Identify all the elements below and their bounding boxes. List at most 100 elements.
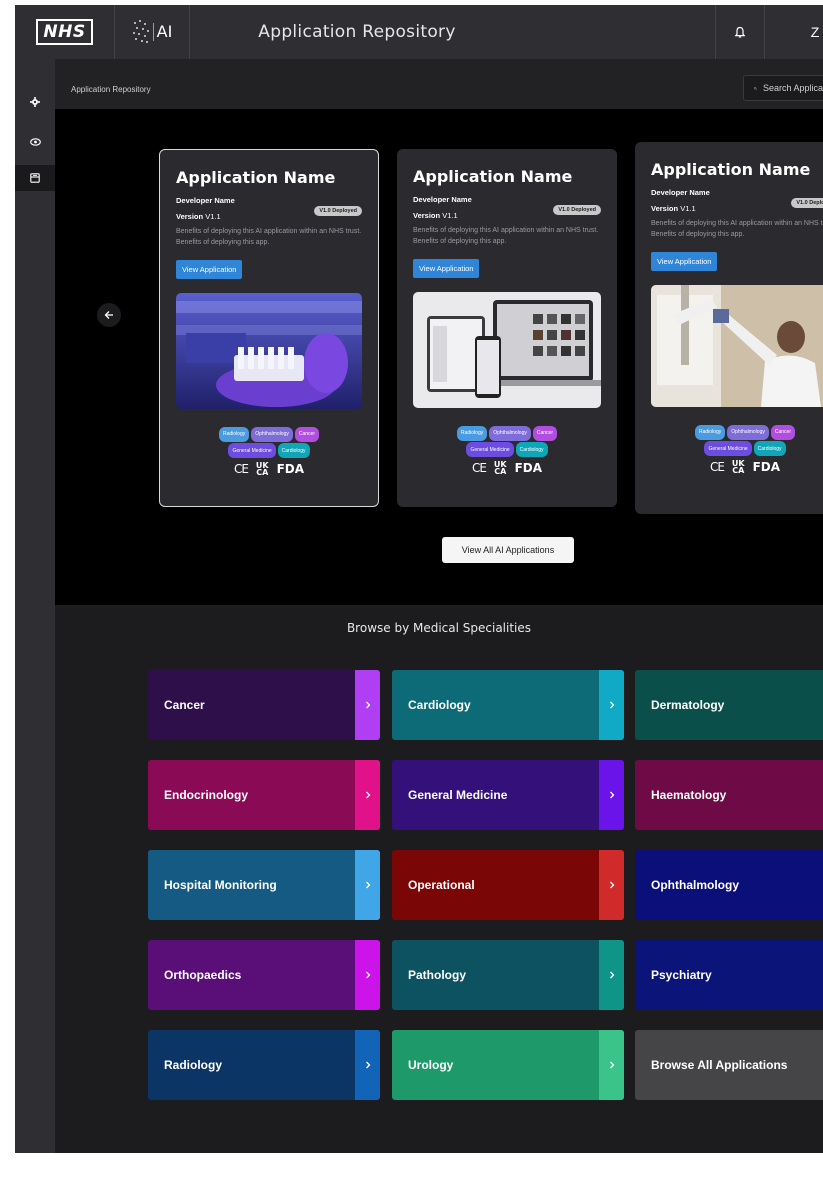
regulatory-marks: CE UK CA FDA bbox=[413, 461, 601, 476]
tag-radiology: Radiology bbox=[218, 426, 250, 442]
speciality-tile[interactable]: Cancer bbox=[148, 670, 380, 740]
notifications-button[interactable] bbox=[715, 5, 765, 59]
browse-section-title: Browse by Medical Specialities bbox=[346, 621, 532, 635]
nhs-ai-logo[interactable]: AI bbox=[115, 5, 190, 59]
developer-name: Developer Name bbox=[651, 188, 710, 197]
search-icon bbox=[754, 86, 757, 90]
tag-ophthalmology: Ophthalmology bbox=[489, 425, 531, 441]
carousel-prev-button[interactable] bbox=[97, 303, 121, 327]
rail-view-button[interactable] bbox=[15, 129, 55, 155]
ai-logo-text: AI bbox=[152, 23, 172, 41]
view-application-button[interactable]: View Application bbox=[176, 260, 243, 279]
rail-settings-button[interactable] bbox=[15, 89, 55, 115]
tag-cardiology: Cardiology bbox=[515, 442, 548, 457]
arrow-left-icon bbox=[104, 311, 113, 319]
version-value: V1.1 bbox=[205, 212, 221, 221]
breadcrumb-bar: Application Repository Search Applicatio… bbox=[55, 59, 823, 109]
ukca-mark: UK CA bbox=[255, 461, 269, 477]
speciality-label: Browse All Applications bbox=[651, 1058, 788, 1072]
developer-name: Developer Name bbox=[413, 195, 472, 204]
speciality-label: Dermatology bbox=[651, 698, 725, 712]
app-description: Benefits of deploying this AI applicatio… bbox=[413, 227, 599, 245]
version-label: Version bbox=[176, 212, 204, 221]
deployed-badge: V1.0 Deployed bbox=[791, 198, 823, 208]
speciality-label: Pathology bbox=[408, 968, 467, 982]
view-application-button[interactable]: View Application bbox=[651, 252, 718, 271]
speciality-tile[interactable]: Radiology bbox=[148, 1030, 380, 1100]
speciality-arrow bbox=[355, 940, 380, 1010]
speciality-label: Operational bbox=[408, 878, 475, 892]
speciality-tile[interactable]: Psychiatry bbox=[635, 940, 823, 1010]
speciality-tile[interactable]: Urology bbox=[392, 1030, 624, 1100]
tag-radiology: Radiology bbox=[694, 424, 726, 440]
ce-mark: CE bbox=[233, 462, 249, 476]
tag-general-medicine: General Medicine bbox=[228, 443, 276, 458]
speciality-tags: Radiology Ophthalmology Cancer General Med… bbox=[651, 423, 823, 456]
tag-radiology: Radiology bbox=[456, 425, 488, 441]
speciality-tags: Radiology Ophthalmology Cancer General Med… bbox=[176, 425, 362, 458]
app-description: Benefits of deploying this AI applicatio… bbox=[176, 228, 362, 246]
browse-all-applications-button[interactable]: Browse All Applications bbox=[635, 1030, 823, 1100]
speciality-label: Radiology bbox=[164, 1058, 223, 1072]
lab-samples-image bbox=[176, 293, 362, 409]
speciality-label: Cancer bbox=[164, 698, 205, 712]
bell-icon bbox=[734, 26, 746, 38]
speciality-tile[interactable]: Cardiology bbox=[392, 670, 624, 740]
chevron-right-icon bbox=[365, 701, 370, 709]
speciality-tile[interactable]: Haematology bbox=[635, 760, 823, 830]
speciality-tile[interactable]: Hospital Monitoring bbox=[148, 850, 380, 920]
version-label: Version bbox=[651, 204, 679, 213]
speciality-arrow bbox=[599, 1030, 624, 1100]
view-application-button[interactable]: View Application bbox=[413, 259, 480, 278]
speciality-tile[interactable]: Orthopaedics bbox=[148, 940, 380, 1010]
fda-mark: FDA bbox=[276, 462, 305, 476]
chevron-right-icon bbox=[365, 791, 370, 799]
tag-cardiology: Cardiology bbox=[753, 441, 786, 456]
search-placeholder: Search Applications bbox=[762, 83, 823, 93]
speciality-label: Hospital Monitoring bbox=[164, 878, 277, 892]
speciality-label: Haematology bbox=[651, 788, 727, 802]
rail-repository-button[interactable] bbox=[15, 165, 55, 191]
gear-icon bbox=[30, 97, 40, 107]
chevron-right-icon bbox=[609, 971, 614, 979]
app-name: Application Name bbox=[651, 160, 811, 179]
speciality-label: Cardiology bbox=[408, 698, 471, 712]
speciality-tile[interactable]: Endocrinology bbox=[148, 760, 380, 830]
speciality-arrow bbox=[599, 670, 624, 740]
nhs-logo: NHS bbox=[36, 19, 93, 45]
app-card[interactable]: Application Name Developer Name Version … bbox=[397, 149, 617, 507]
developer-name: Developer Name bbox=[176, 196, 235, 205]
speciality-arrow bbox=[355, 850, 380, 920]
tag-cancer: Cancer bbox=[532, 425, 557, 441]
app-name: Application Name bbox=[176, 168, 336, 187]
nhs-logo-cell[interactable]: NHS bbox=[15, 5, 115, 59]
speciality-tile[interactable]: Pathology bbox=[392, 940, 624, 1010]
speciality-tile[interactable]: General Medicine bbox=[392, 760, 624, 830]
speciality-label: Psychiatry bbox=[651, 968, 712, 982]
ce-mark: CE bbox=[709, 460, 725, 474]
version-value: V1.1 bbox=[442, 211, 458, 220]
deployed-badge: V1.0 Deployed bbox=[314, 206, 362, 216]
speciality-tags: Radiology Ophthalmology Cancer General Med… bbox=[413, 424, 601, 457]
speciality-arrow bbox=[599, 940, 624, 1010]
breadcrumb[interactable]: Application Repository bbox=[71, 85, 151, 94]
speciality-arrow bbox=[599, 760, 624, 830]
app-description: Benefits of deploying this AI applicatio… bbox=[651, 220, 823, 238]
tag-cardiology: Cardiology bbox=[277, 443, 310, 458]
view-all-applications-button[interactable]: View All AI Applications bbox=[442, 537, 574, 563]
speciality-tile[interactable]: Operational bbox=[392, 850, 624, 920]
chevron-right-icon bbox=[365, 881, 370, 889]
app-card[interactable]: Application Name Developer Name Version … bbox=[635, 142, 823, 514]
speciality-label: Orthopaedics bbox=[164, 968, 242, 982]
app-card[interactable]: Application Name Developer Name Version … bbox=[159, 149, 379, 507]
search-input[interactable]: Search Applications bbox=[743, 75, 823, 101]
speciality-tile[interactable]: Dermatology bbox=[635, 670, 823, 740]
tag-ophthalmology: Ophthalmology bbox=[727, 424, 769, 440]
user-menu-button[interactable]: Z bbox=[805, 5, 823, 59]
chevron-right-icon bbox=[365, 1061, 370, 1069]
fda-mark: FDA bbox=[752, 460, 781, 474]
speciality-tile[interactable]: Ophthalmology bbox=[635, 850, 823, 920]
ce-mark: CE bbox=[471, 461, 487, 475]
version-label: Version bbox=[413, 211, 441, 220]
chevron-right-icon bbox=[609, 791, 614, 799]
